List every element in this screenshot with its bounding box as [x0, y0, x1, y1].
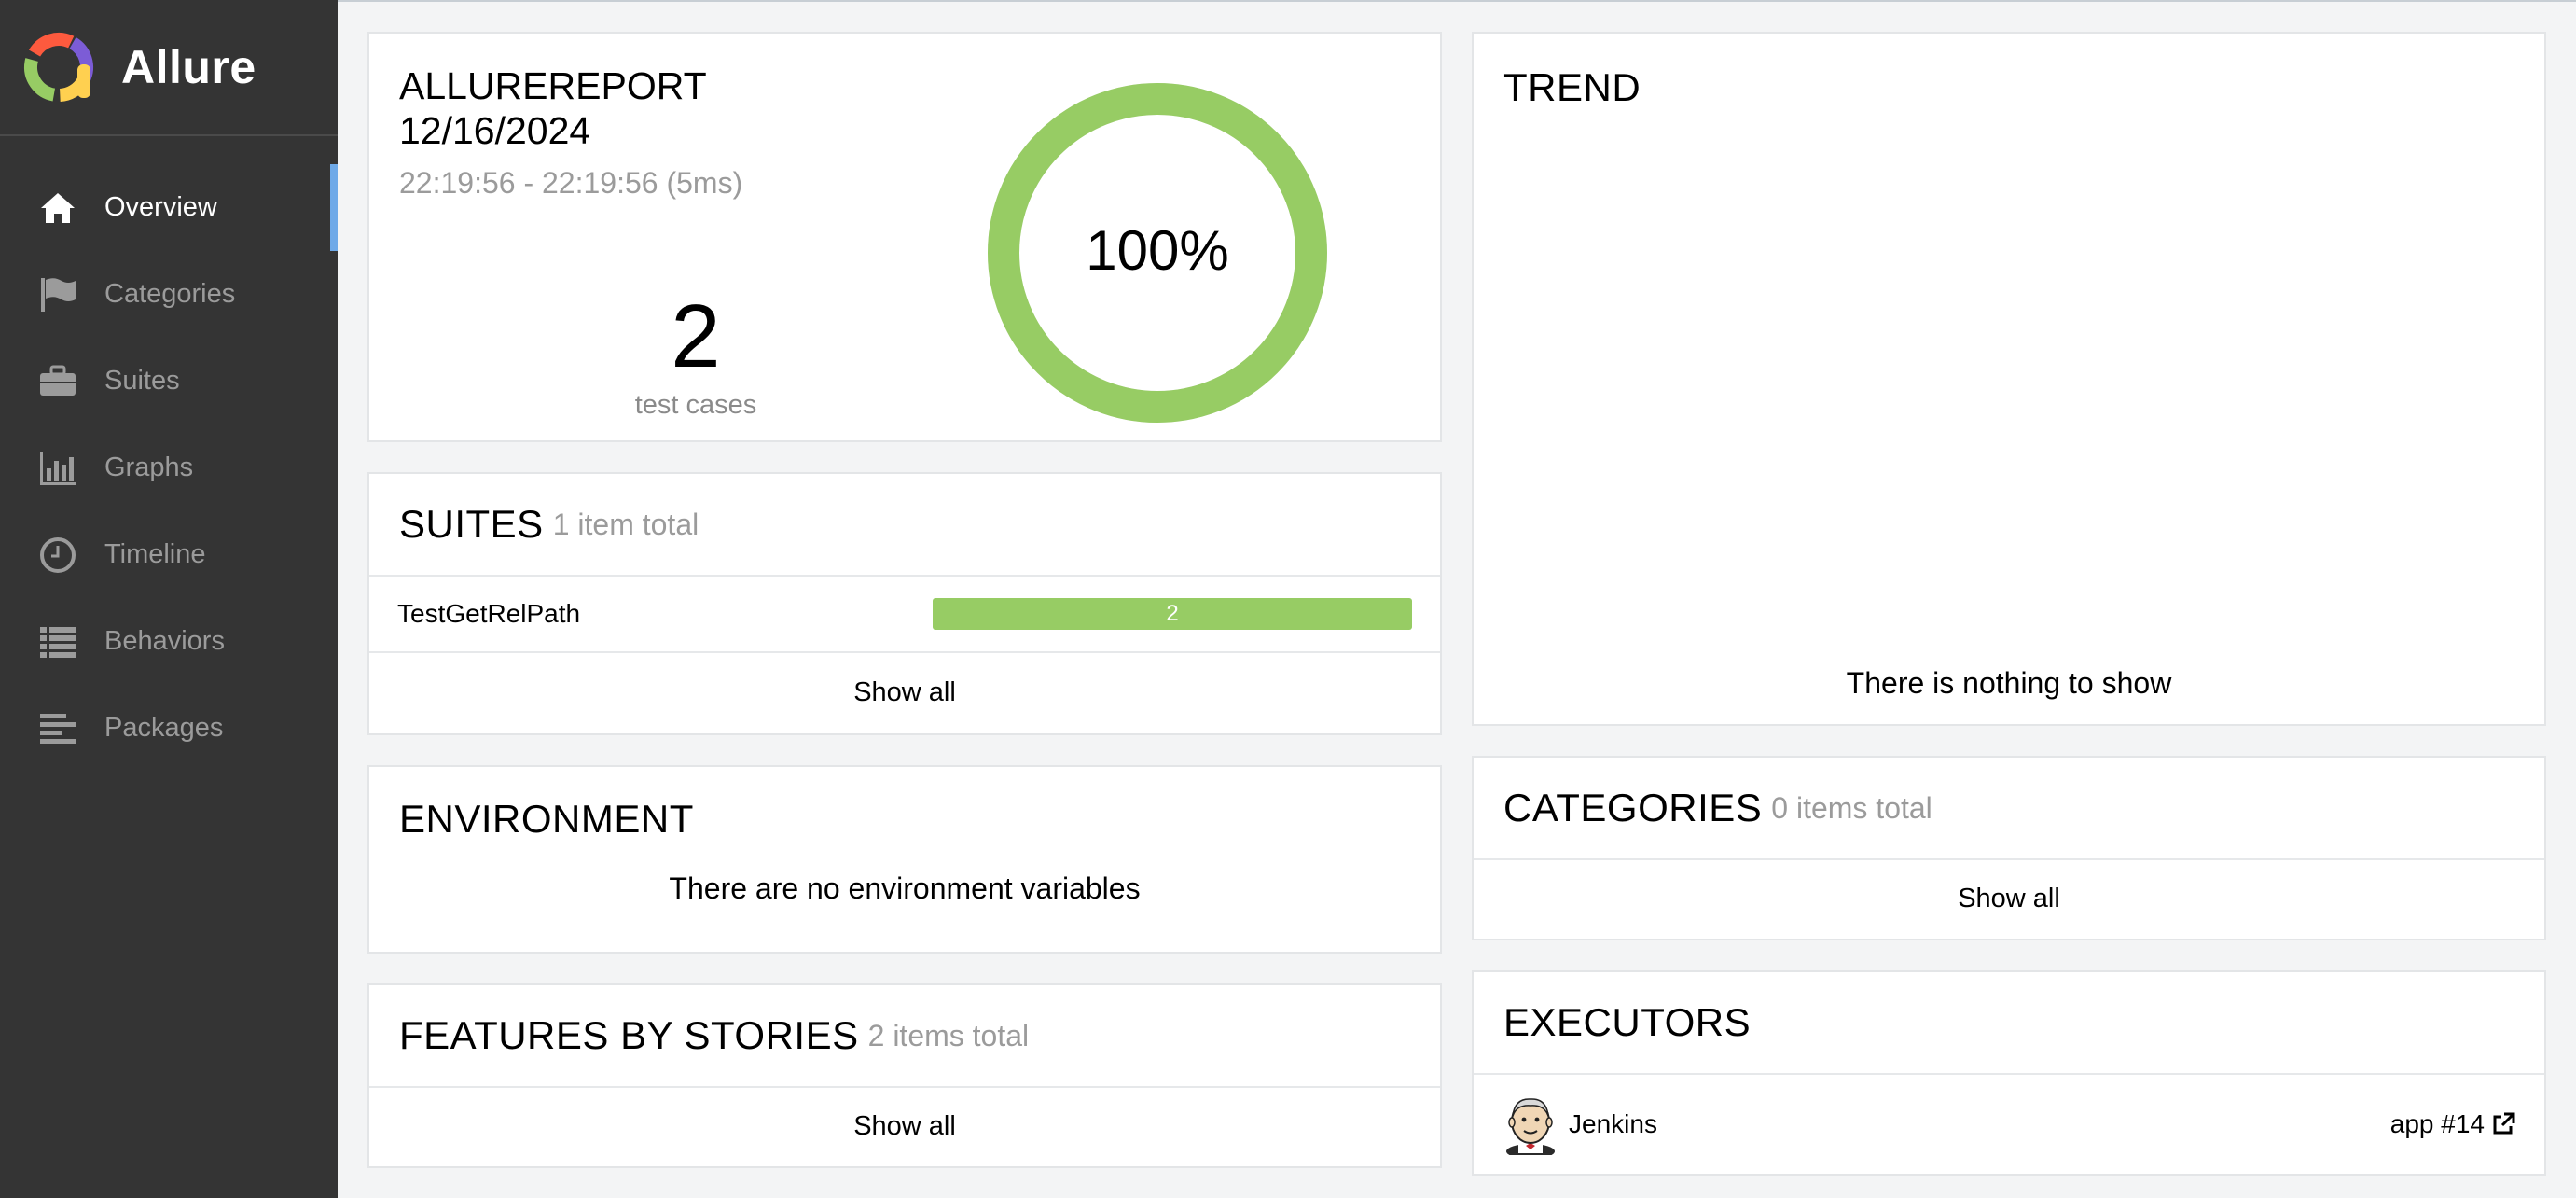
sidebar-item-label: Overview: [104, 192, 217, 222]
sidebar-item-suites[interactable]: Suites: [0, 338, 338, 425]
features-widget: FEATURES BY STORIES 2 items total Show a…: [367, 983, 1442, 1168]
suites-widget: SUITES 1 item total TestGetRelPath 2 Sho…: [367, 472, 1442, 735]
align-left-icon: [37, 708, 78, 749]
executors-widget: EXECUTORS Jenkins app #14: [1472, 970, 2546, 1176]
suite-passed-bar[interactable]: 2: [933, 598, 1412, 630]
report-title: ALLUREREPORT 12/16/2024: [399, 63, 707, 153]
briefcase-icon: [37, 361, 78, 402]
categories-show-all-link[interactable]: Show all: [1474, 860, 2544, 937]
sidebar: Allure Overview Categories Suites Graphs: [0, 0, 338, 1198]
features-show-all-link[interactable]: Show all: [369, 1088, 1440, 1164]
sidebar-item-label: Graphs: [104, 453, 194, 482]
executors-header: EXECUTORS: [1474, 972, 2544, 1075]
flag-icon: [37, 274, 78, 315]
executor-build-link[interactable]: app #14: [2390, 1109, 2516, 1139]
brand[interactable]: Allure: [0, 0, 338, 136]
test-case-count: 2: [671, 286, 721, 386]
pass-rate-donut[interactable]: 100%: [985, 80, 1330, 425]
pass-rate-percent: 100%: [1086, 219, 1228, 282]
environment-widget: ENVIRONMENT There are no environment var…: [367, 765, 1442, 954]
home-icon: [37, 188, 78, 229]
categories-widget: CATEGORIES 0 items total Show all: [1472, 756, 2546, 940]
sidebar-nav: Overview Categories Suites Graphs Timeli…: [0, 164, 338, 772]
jenkins-avatar-icon: [1506, 1098, 1555, 1155]
suite-name: TestGetRelPath: [397, 599, 581, 628]
sidebar-item-timeline[interactable]: Timeline: [0, 511, 338, 598]
list-item[interactable]: Jenkins app #14: [1474, 1075, 2544, 1174]
environment-empty-message: There are no environment variables: [669, 871, 1141, 905]
sidebar-item-behaviors[interactable]: Behaviors: [0, 598, 338, 685]
app-name: Allure: [121, 41, 256, 93]
trend-empty-message: There is nothing to show: [1846, 666, 2172, 700]
features-title: FEATURES BY STORIES: [399, 1013, 859, 1057]
environment-header: ENVIRONMENT: [369, 767, 1440, 871]
sidebar-item-label: Timeline: [104, 539, 206, 569]
summary-widget: ALLUREREPORT 12/16/2024 22:19:56 - 22:19…: [367, 32, 1442, 442]
sidebar-item-packages[interactable]: Packages: [0, 685, 338, 772]
table-row[interactable]: TestGetRelPath 2: [369, 577, 1440, 653]
trend-widget: TREND There is nothing to show: [1472, 32, 2546, 726]
sidebar-item-label: Categories: [104, 279, 236, 309]
clock-icon: [37, 535, 78, 576]
suites-header: SUITES 1 item total: [369, 474, 1440, 577]
environment-title: ENVIRONMENT: [399, 797, 694, 841]
executor-build-label: app #14: [2389, 1109, 2485, 1138]
test-case-count-label: test cases: [634, 390, 757, 420]
report-date: 12/16/2024: [399, 109, 591, 152]
executors-title: EXECUTORS: [1503, 1000, 1752, 1044]
report-time-range: 22:19:56 - 22:19:56 (5ms): [399, 166, 743, 200]
sidebar-item-label: Packages: [104, 713, 224, 743]
sidebar-item-label: Behaviors: [104, 626, 225, 656]
bar-chart-icon: [37, 448, 78, 489]
sidebar-item-overview[interactable]: Overview: [0, 164, 338, 251]
categories-count: 0 items total: [1771, 790, 1932, 825]
report-name: ALLUREREPORT: [399, 64, 707, 107]
categories-header: CATEGORIES 0 items total: [1474, 758, 2544, 860]
allure-logo-icon: [24, 33, 93, 103]
executor-name: Jenkins: [1569, 1109, 1657, 1138]
suites-show-all-link[interactable]: Show all: [369, 653, 1440, 731]
sidebar-item-label: Suites: [104, 366, 180, 396]
features-count: 2 items total: [867, 1018, 1030, 1052]
suites-count: 1 item total: [552, 507, 699, 541]
trend-title: TREND: [1503, 65, 1641, 109]
suites-title: SUITES: [399, 502, 544, 546]
top-border: [0, 0, 2576, 2]
features-header: FEATURES BY STORIES 2 items total: [369, 985, 1440, 1088]
list-icon: [37, 621, 78, 662]
categories-title: CATEGORIES: [1503, 786, 1763, 829]
sidebar-item-graphs[interactable]: Graphs: [0, 425, 338, 511]
external-link-icon: [2493, 1112, 2515, 1135]
sidebar-item-categories[interactable]: Categories: [0, 251, 338, 338]
